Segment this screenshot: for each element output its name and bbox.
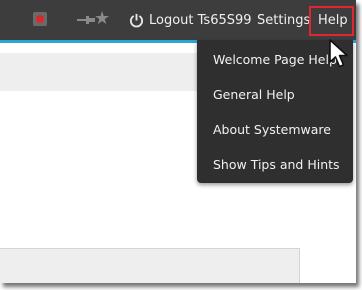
menu-item-show-tips-and-hints[interactable]: Show Tips and Hints: [197, 147, 353, 182]
help-highlight-box: [309, 6, 354, 36]
content-header-panel: [0, 53, 199, 92]
logout-link[interactable]: Logout Ts65S99: [149, 13, 252, 29]
power-icon[interactable]: [129, 13, 144, 28]
record-icon[interactable]: [33, 12, 47, 26]
settings-link[interactable]: Settings: [257, 13, 310, 29]
menu-item-about-systemware[interactable]: About Systemware: [197, 112, 353, 147]
screenshot-frame: ★ Logout Ts65S99 Settings Help Welcome P…: [0, 0, 356, 283]
top-navigation-bar: ★ Logout Ts65S99 Settings Help: [0, 0, 356, 40]
menu-item-general-help[interactable]: General Help: [197, 77, 353, 112]
mouse-cursor-icon: [329, 39, 348, 68]
pin-icon[interactable]: [76, 14, 96, 26]
content-footer-panel: [0, 248, 300, 283]
star-icon[interactable]: ★: [94, 9, 110, 29]
